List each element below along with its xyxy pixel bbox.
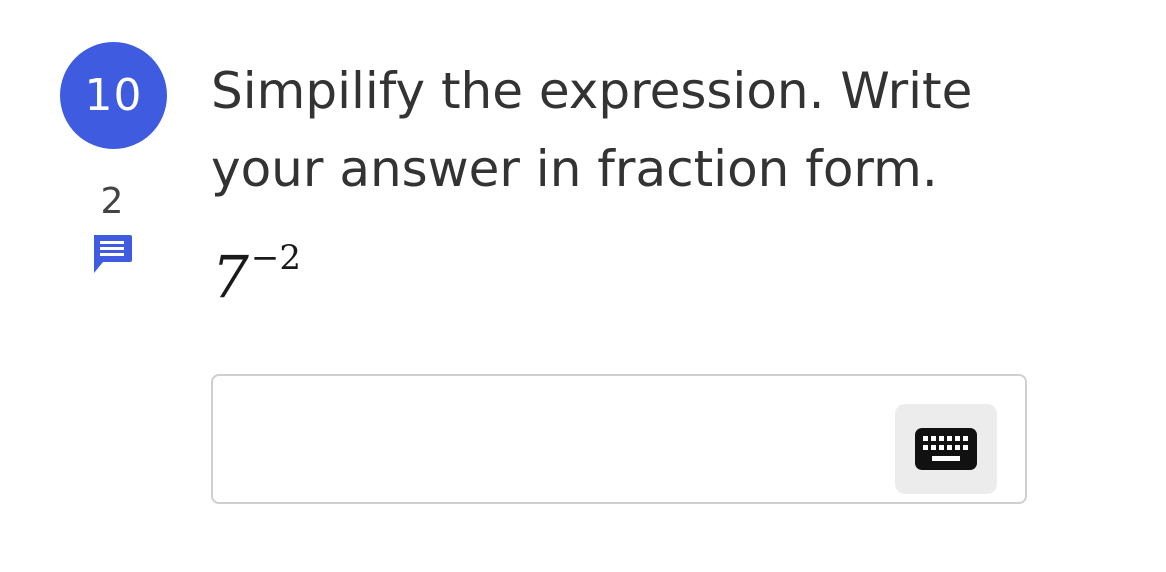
answer-field[interactable] xyxy=(211,374,1027,504)
math-keyboard-button[interactable] xyxy=(895,404,997,494)
question-number-badge: 10 xyxy=(60,42,167,149)
comment-icon[interactable] xyxy=(91,233,133,275)
comment-count: 2 xyxy=(100,181,124,222)
math-expression: 7−2 xyxy=(212,238,301,307)
answer-input[interactable] xyxy=(229,396,883,486)
expression-exponent: −2 xyxy=(250,238,302,278)
question-prompt: Simpilify the expression. Write your ans… xyxy=(211,62,973,198)
expression-base: 7 xyxy=(212,243,249,311)
keyboard-icon xyxy=(915,428,977,470)
